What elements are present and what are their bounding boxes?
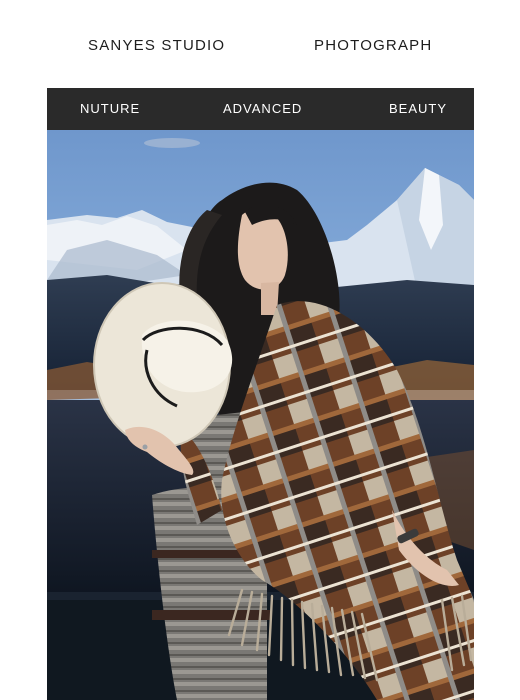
portrait-photo-illustration (47, 130, 474, 700)
studio-brand-link[interactable]: SANYES STUDIO (88, 37, 225, 54)
nav-item-advanced[interactable]: ADVANCED (223, 101, 302, 116)
hero-photograph (47, 130, 474, 700)
top-header: SANYES STUDIO PHOTOGRAPH (0, 0, 520, 88)
category-nav-bar: NUTURE ADVANCED BEAUTY (47, 88, 474, 130)
nav-item-nuture[interactable]: NUTURE (80, 101, 140, 116)
nav-item-beauty[interactable]: BEAUTY (389, 101, 447, 116)
photograph-link[interactable]: PHOTOGRAPH (314, 37, 432, 54)
